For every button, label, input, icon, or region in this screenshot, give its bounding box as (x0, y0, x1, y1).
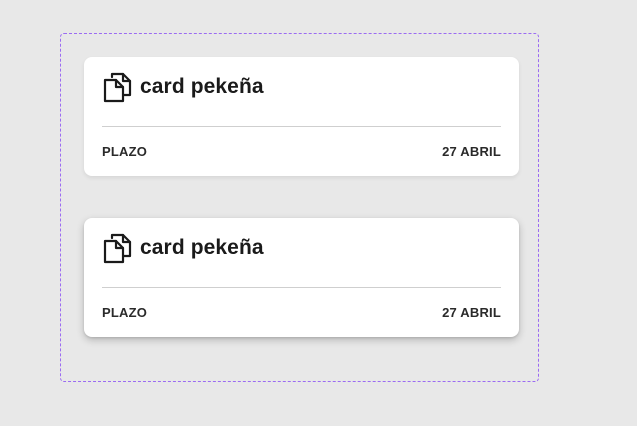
card-meta-row: PLAZO 27 ABRIL (102, 305, 501, 320)
card-title: card pekeña (140, 236, 264, 259)
card-header: card pekeña (102, 232, 264, 264)
card-title: card pekeña (140, 75, 264, 98)
deadline-value: 27 ABRIL (442, 305, 501, 320)
deadline-value: 27 ABRIL (442, 144, 501, 159)
small-card[interactable]: card pekeña PLAZO 27 ABRIL (84, 57, 519, 176)
card-header: card pekeña (102, 71, 264, 103)
documents-icon (102, 71, 134, 103)
divider (102, 126, 501, 127)
divider (102, 287, 501, 288)
documents-icon (102, 232, 134, 264)
small-card-hover[interactable]: card pekeña PLAZO 27 ABRIL (84, 218, 519, 337)
deadline-label: PLAZO (102, 305, 148, 320)
card-meta-row: PLAZO 27 ABRIL (102, 144, 501, 159)
deadline-label: PLAZO (102, 144, 148, 159)
